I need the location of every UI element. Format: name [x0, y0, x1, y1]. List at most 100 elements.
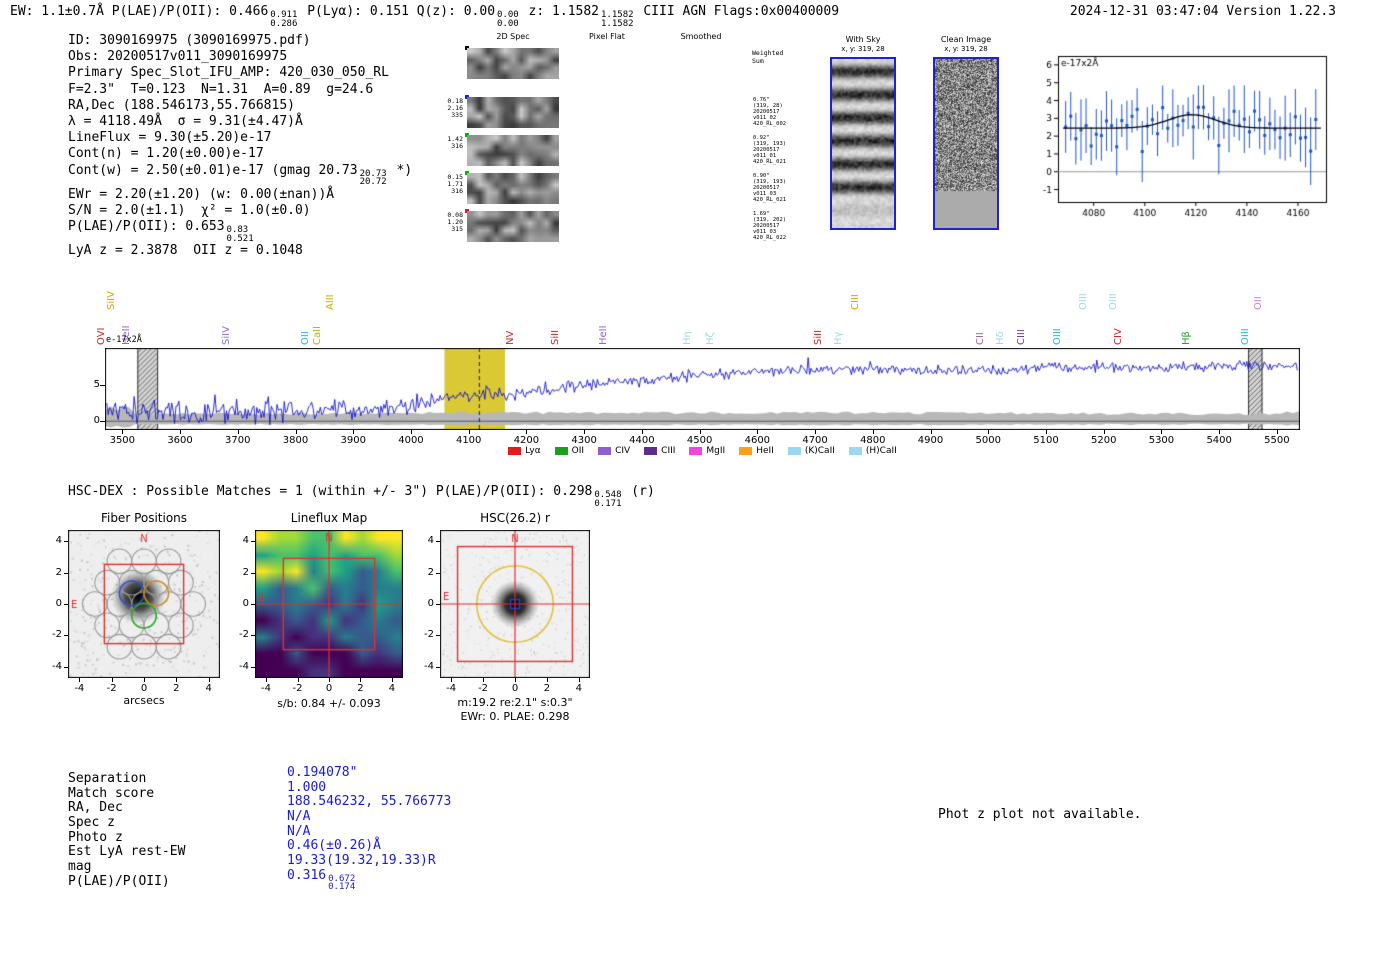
emission-line-label: CII — [974, 332, 986, 345]
2d-spec-row — [465, 171, 559, 204]
match-label: Spec z — [68, 815, 115, 831]
panel-y-tick-label: 0 — [427, 598, 434, 609]
panel-y-tick-mark — [436, 635, 440, 637]
smoothed-strip — [467, 173, 559, 204]
smoothed-strip — [467, 135, 559, 166]
elixer-report-page: EW: 1.1±0.7Å P(LAE)/P(OII): 0.466 0.911 0.… — [0, 0, 1400, 953]
lineflux-map-title: Lineflux Map — [290, 511, 368, 525]
panel-y-tick-mark — [64, 572, 68, 574]
x-tick-mark — [757, 430, 759, 434]
smoothed-strip — [467, 211, 559, 242]
x-tick-label: 5500 — [1264, 435, 1290, 446]
panel-y-tick-mark — [251, 666, 255, 668]
x-tick-label: 5200 — [1090, 435, 1117, 446]
legend-item: Lyα — [508, 446, 541, 456]
x-tick-label: 4800 — [860, 435, 886, 446]
x-tick-label: 5300 — [1148, 435, 1175, 446]
match-value-text: 188.546232, 55.766773 — [287, 794, 452, 810]
legend-label: HeII — [756, 446, 774, 456]
info-line: Obs: 20200517v011_3090169975 — [68, 49, 412, 65]
text-segment: S/N = 2.0(±1.1) χ² = 1.0(±0.0) — [68, 202, 311, 218]
text-segment: *) — [388, 162, 413, 178]
panel-x-tick-label: 2 — [357, 683, 364, 694]
x-tick-label: 5000 — [975, 435, 1001, 446]
panel-x-tick-label: -2 — [106, 683, 117, 694]
panel-x-tick-label: -2 — [478, 683, 489, 694]
smoothed-strip — [467, 97, 559, 128]
stacked-uncertainty: 1.1582 1.1582 — [601, 11, 634, 28]
fiber-id-line: Sum — [752, 56, 764, 65]
panel-x-tick-label: 4 — [575, 683, 583, 694]
legend-label: (H)CaII — [865, 446, 897, 456]
emission-line-label: CaII — [311, 325, 323, 345]
legend-item: HeII — [739, 446, 774, 456]
panel-y-tick-label: 4 — [427, 535, 434, 547]
panel-y-tick-label: -2 — [239, 629, 249, 641]
panel-x-tick-label: 0 — [140, 683, 148, 694]
panel-y-tick-mark — [251, 635, 255, 637]
phot-z-note: Phot z plot not available. — [938, 807, 1142, 822]
text-segment: RA,Dec (188.546173,55.766815) — [68, 97, 295, 113]
fiber-id-labels: 0.76" (319, 28) 20200517 v011_02 420_RL_002 — [753, 97, 805, 127]
x-tick-mark — [815, 430, 817, 434]
match-row: RA, Dec 188.546232, 55.766773 — [68, 794, 451, 815]
match-value-text: 0.316 — [287, 867, 327, 883]
legend-swatch — [554, 447, 568, 455]
2d-spec-row — [465, 133, 559, 166]
match-label: Photo z — [68, 829, 123, 845]
fiber-weight-value: 335 — [451, 111, 463, 119]
info-line: LyA z = 2.3878 OII z = 0.1048 — [68, 243, 412, 259]
panel-x-tick-mark — [360, 678, 362, 682]
panel-x-tick-label: 4 — [205, 683, 212, 694]
y-tick-mark — [100, 384, 105, 386]
text-segment: Obs: 20200517v011_3090169975 — [68, 49, 288, 65]
lineflux-map-image — [255, 530, 403, 678]
stack-bottom: 20.72 — [359, 177, 387, 188]
fiber-id-labels: 0.90" (319, 193) 20200517 v011_03 420_RL_021 — [753, 173, 805, 203]
panel-y-tick-label: 0 — [242, 598, 249, 609]
panel-x-tick-mark — [329, 678, 330, 682]
x-tick-label: 4400 — [629, 435, 655, 446]
with-sky-coords: x, y: 319, 28 — [841, 45, 885, 53]
fiber-id-line: 420_RL_021 — [753, 159, 787, 165]
text-segment: HSC-DEX : Possible Matches = 1 (within +… — [68, 484, 593, 499]
text-segment: z: 1.1582 — [520, 4, 600, 19]
text-segment: P(Lyα): 0.151 Q(z): 0.00 — [299, 4, 496, 19]
match-label: P(LAE)/P(OII) — [68, 873, 170, 889]
legend-label: CIII — [661, 446, 676, 456]
x-tick-label: 3500 — [109, 435, 136, 446]
legend-item: (K)CaII — [787, 446, 835, 456]
stacked-uncertainty: 0.911 0.286 — [270, 11, 297, 28]
panel-x-tick-label: -2 — [292, 683, 303, 694]
panel-y-tick-label: -4 — [52, 660, 62, 672]
panel-y-tick-label: 2 — [55, 566, 62, 578]
emission-line-fit-plot — [1028, 46, 1334, 228]
x-tick-mark — [353, 430, 355, 434]
emission-line-label: OIII — [1078, 293, 1090, 310]
emission-line-label: OIII — [1107, 293, 1119, 310]
timestamp-version: 2024-12-31 03:47:04 Version 1.22.3 — [1069, 4, 1336, 19]
legend-item: CIV — [598, 446, 630, 456]
x-tick-mark — [526, 430, 528, 434]
panel-x-tick-mark — [391, 678, 393, 682]
panel-x-tick-label: 0 — [511, 683, 519, 694]
info-line: Primary Spec_Slot_IFU_AMP: 420_030_050_R… — [68, 65, 412, 81]
weighted-sum-label: Weighted Sum — [752, 49, 804, 65]
fiber-id-line: 420_RL_022 — [753, 235, 787, 241]
panel-x-tick-mark — [79, 678, 81, 682]
panel-x-tick-mark — [451, 678, 453, 682]
match-label: Est LyA rest-EW — [68, 844, 186, 860]
text-segment: ID: 3090169975 (3090169975.pdf) — [68, 33, 311, 48]
panel-y-tick-mark — [436, 666, 440, 668]
emission-line-label: AlII — [324, 294, 336, 310]
hsc-caption-2: EWr: 0. PLAE: 0.298 — [460, 710, 570, 723]
x-tick-mark — [295, 430, 297, 434]
fiber-xlabel: arcsecs — [123, 694, 165, 707]
emission-line-label: SiII — [812, 329, 824, 345]
legend-label: (K)CaII — [804, 446, 835, 456]
stack-bottom: 1.1582 — [601, 18, 634, 29]
stacked-uncertainty: 0.83 0.521 — [227, 226, 254, 243]
match-value-text: 0.46(±0.26)Å — [287, 838, 381, 854]
text-segment: F=2.3" T=0.123 N=1.31 A=0.89 g=24.6 — [68, 81, 374, 97]
legend-swatch — [689, 447, 703, 455]
